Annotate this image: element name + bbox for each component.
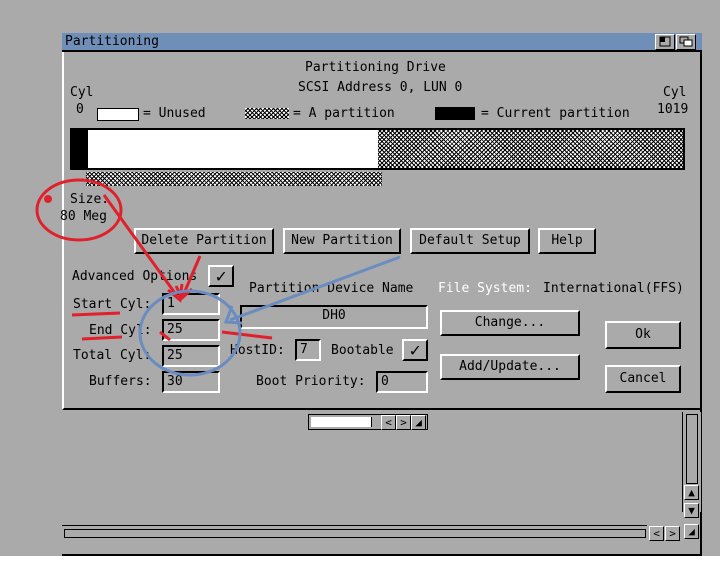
advanced-options-label: Advanced Options — [72, 269, 198, 284]
bootable-label: Bootable — [331, 343, 394, 358]
scroll-down-icon[interactable]: ▼ — [684, 503, 699, 518]
scroll-right-icon[interactable]: > — [665, 526, 680, 541]
size-label: Size: — [70, 192, 110, 207]
delete-partition-button[interactable]: Delete Partition — [134, 228, 274, 254]
hostid-label: HostID: — [230, 343, 285, 358]
legend-current: = Current partition — [481, 106, 630, 121]
legend-partition: = A partition — [293, 106, 395, 121]
cyl-left-label: Cyl — [70, 85, 94, 100]
scroll-left-icon[interactable]: < — [649, 526, 664, 541]
mini-scrollbar[interactable]: < > ◢ — [308, 414, 428, 430]
mini-scroll-right-icon[interactable]: > — [396, 415, 411, 430]
advanced-options-checkbox[interactable]: ✓ — [208, 265, 234, 287]
horizontal-scroll-knob[interactable] — [64, 529, 646, 538]
size-gadget-icon[interactable]: ◢ — [684, 524, 699, 539]
end-cyl-input[interactable]: 25 — [162, 319, 220, 341]
filesystem-label: File System: — [438, 281, 532, 296]
ok-button[interactable]: Ok — [605, 321, 681, 349]
horizontal-scrollbar[interactable] — [62, 525, 647, 540]
scroll-up-icon[interactable]: ▲ — [684, 485, 699, 500]
mini-size-gadget-icon[interactable]: ◢ — [411, 415, 426, 430]
start-cyl-label: Start Cyl: — [73, 297, 152, 312]
start-cyl-input[interactable]: 1 — [162, 293, 220, 315]
current-partition-block[interactable] — [72, 130, 88, 168]
cyl-right-value: 1019 — [657, 102, 689, 117]
drive-map[interactable] — [70, 128, 685, 170]
size-value: 80 Meg — [60, 209, 107, 224]
buffers-input[interactable]: 30 — [162, 371, 220, 393]
boot-priority-label: Boot Priority: — [256, 374, 366, 389]
vertical-scroll-knob[interactable] — [686, 414, 698, 484]
boot-priority-input[interactable]: 0 — [376, 371, 428, 393]
filesystem-value: International(FFS) — [543, 281, 684, 296]
device-name-label: Partition Device Name — [249, 281, 414, 296]
partition-size-bar[interactable] — [86, 172, 382, 186]
cyl-left-value: 0 — [76, 102, 84, 117]
mini-scroll-left-icon[interactable]: < — [381, 415, 396, 430]
end-cyl-label: End Cyl: — [89, 323, 152, 338]
default-setup-button[interactable]: Default Setup — [410, 228, 530, 254]
total-cyl-label: Total Cyl: — [73, 348, 152, 363]
total-cyl-input[interactable]: 25 — [162, 345, 220, 367]
cancel-button[interactable]: Cancel — [605, 365, 681, 393]
depth-gadget-icon[interactable] — [676, 34, 696, 50]
help-button[interactable]: Help — [538, 228, 596, 254]
change-button[interactable]: Change... — [440, 310, 580, 336]
partition-swatch — [245, 108, 289, 119]
scsi-address: SCSI Address 0, LUN 0 — [298, 80, 463, 95]
new-partition-button[interactable]: New Partition — [283, 228, 401, 254]
window-title: Partitioning — [65, 34, 159, 49]
mini-scroll-knob[interactable] — [311, 417, 372, 427]
window-titlebar[interactable]: Partitioning — [62, 33, 702, 52]
buffers-label: Buffers: — [89, 374, 152, 389]
current-partition-swatch — [435, 107, 475, 120]
add-update-button[interactable]: Add/Update... — [440, 354, 580, 380]
zoom-gadget-icon[interactable] — [655, 34, 675, 50]
other-partition-block[interactable] — [378, 130, 683, 168]
legend-unused: = Unused — [143, 106, 206, 121]
hostid-input[interactable]: 7 — [295, 339, 321, 361]
drive-title: Partitioning Drive — [305, 60, 446, 75]
cyl-right-label: Cyl — [663, 85, 687, 100]
device-name-input[interactable]: DH0 — [240, 305, 428, 329]
unused-swatch — [97, 108, 139, 121]
bootable-checkbox[interactable]: ✓ — [402, 339, 428, 361]
